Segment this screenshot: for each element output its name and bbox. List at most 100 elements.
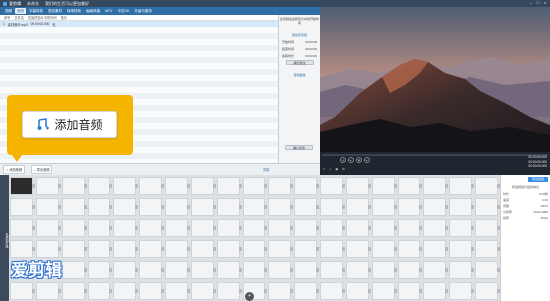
tab-mtv[interactable]: MTV — [103, 8, 114, 14]
timeline-slot[interactable] — [190, 240, 216, 258]
timeline-slot[interactable] — [423, 261, 449, 279]
trim-end-value[interactable]: 00:00:00 — [305, 47, 317, 51]
timeline-slot[interactable] — [371, 219, 397, 237]
timeline-slot[interactable] — [320, 198, 345, 216]
timeline-slot[interactable] — [345, 282, 371, 300]
tab-style[interactable]: 画面风格 — [84, 8, 102, 14]
timeline-slot[interactable] — [449, 219, 474, 237]
timeline-slot[interactable] — [113, 198, 139, 216]
timeline-slot[interactable] — [423, 177, 449, 195]
timeline-slot[interactable] — [87, 240, 113, 258]
timeline-slot[interactable] — [397, 198, 423, 216]
timeline-slot[interactable] — [61, 261, 87, 279]
timeline-slot[interactable] — [139, 177, 164, 195]
timeline-slot[interactable] — [61, 240, 87, 258]
timeline-slot[interactable] — [371, 261, 397, 279]
volume-icon[interactable]: ◐ — [330, 167, 332, 171]
timeline-slot[interactable] — [294, 219, 319, 237]
tab-transitions[interactable]: 转场特效 — [65, 8, 83, 14]
timeline-slot[interactable] — [268, 261, 294, 279]
timeline-slot[interactable] — [216, 198, 242, 216]
apply-trim-button[interactable]: 确定修改 — [285, 60, 314, 65]
timeline-slot[interactable] — [35, 219, 61, 237]
timeline-slot[interactable] — [139, 198, 164, 216]
trim-duration-row[interactable]: 截取时长 00:00:00 — [280, 54, 319, 58]
timeline-slot[interactable] — [475, 282, 500, 300]
timeline-slot[interactable] — [294, 198, 319, 216]
export-video-button[interactable]: 导出视频 — [528, 177, 548, 182]
timeline-slot[interactable] — [294, 240, 319, 258]
export-audio-button[interactable]: ♪ 导出音频 — [31, 165, 53, 174]
timeline-slot[interactable] — [190, 219, 216, 237]
timeline-slot[interactable] — [61, 177, 87, 195]
timeline-slot[interactable] — [87, 261, 113, 279]
trim-start-row[interactable]: 开始时间 00:00:00 — [280, 40, 319, 44]
timeline-slot[interactable] — [216, 240, 242, 258]
timeline-slot[interactable] — [61, 198, 87, 216]
timeline-slot[interactable] — [242, 240, 268, 258]
timeline-slot[interactable] — [87, 219, 113, 237]
timeline-slot[interactable] — [242, 219, 268, 237]
timeline-slot[interactable] — [423, 219, 449, 237]
timeline-slot[interactable] — [320, 177, 345, 195]
timeline-slot[interactable] — [345, 261, 371, 279]
timeline-slot[interactable] — [475, 261, 500, 279]
timeline-slot[interactable] — [423, 198, 449, 216]
timeline-slot[interactable] — [345, 177, 371, 195]
timeline-slot[interactable] — [294, 282, 319, 300]
timeline-slot[interactable] — [242, 198, 268, 216]
clear-link[interactable]: 清除 — [263, 167, 269, 172]
add-audio-callout-button[interactable]: 添加音频 — [22, 111, 117, 138]
tab-audio[interactable]: 音频 — [15, 8, 26, 14]
timeline-slot[interactable] — [268, 198, 294, 216]
timeline-slot[interactable] — [423, 240, 449, 258]
timeline-slot[interactable] — [475, 177, 500, 195]
snapshot-icon[interactable]: ▣ — [335, 167, 338, 171]
timeline-slot[interactable] — [345, 240, 371, 258]
timeline-slot[interactable] — [397, 282, 423, 300]
timeline-slot[interactable] — [397, 240, 423, 258]
timeline-clip[interactable] — [10, 177, 35, 195]
timeline-slot[interactable] — [475, 219, 500, 237]
maximize-icon[interactable]: □ — [536, 1, 540, 5]
timeline-slot[interactable] — [242, 261, 268, 279]
next-icon[interactable]: ▸ — [364, 157, 370, 163]
timeline-slot[interactable] — [190, 261, 216, 279]
timeline-slot[interactable] — [61, 282, 87, 300]
timeline-slot[interactable] — [165, 177, 190, 195]
timeline-slot[interactable] — [449, 240, 474, 258]
play-icon[interactable]: ▸ — [348, 157, 354, 163]
timeline-slot[interactable] — [268, 282, 294, 300]
timeline-slot[interactable] — [397, 261, 423, 279]
timeline-slot[interactable] — [10, 219, 35, 237]
timeline-slot[interactable] — [242, 177, 268, 195]
timeline-slot[interactable] — [190, 282, 216, 300]
timeline-slot[interactable] — [268, 219, 294, 237]
timeline-slot[interactable] — [35, 177, 61, 195]
timeline-slot[interactable] — [87, 282, 113, 300]
timeline-slot[interactable] — [449, 261, 474, 279]
trim-duration-value[interactable]: 00:00:00 — [305, 54, 317, 58]
timeline-slot[interactable] — [216, 177, 242, 195]
timeline-slot[interactable] — [165, 240, 190, 258]
timeline-slot[interactable] — [320, 219, 345, 237]
cut-icon[interactable]: ✂ — [323, 167, 326, 171]
minimize-icon[interactable]: – — [529, 1, 533, 5]
timeline-slot[interactable] — [449, 282, 474, 300]
timeline-slot[interactable] — [345, 198, 371, 216]
tab-karaoke[interactable]: 卡拉OK — [115, 8, 131, 14]
timeline-slot[interactable] — [449, 177, 474, 195]
timeline-slot[interactable] — [345, 219, 371, 237]
previous-icon[interactable]: ◂ — [340, 157, 346, 163]
timeline-slot[interactable] — [371, 282, 397, 300]
timeline-slot[interactable] — [268, 240, 294, 258]
timeline-slot[interactable] — [113, 219, 139, 237]
close-icon[interactable]: × — [543, 1, 547, 5]
tab-subtitle-effects[interactable]: 字幕特效 — [27, 8, 45, 14]
timeline-slot[interactable] — [139, 261, 164, 279]
playback-scrubber[interactable] — [322, 154, 548, 156]
add-audio-button[interactable]: ♫ 添加音频 — [3, 165, 26, 174]
timeline-slot[interactable] — [475, 240, 500, 258]
settings-icon[interactable]: ⚙ — [342, 167, 345, 171]
timeline-slot[interactable] — [165, 198, 190, 216]
